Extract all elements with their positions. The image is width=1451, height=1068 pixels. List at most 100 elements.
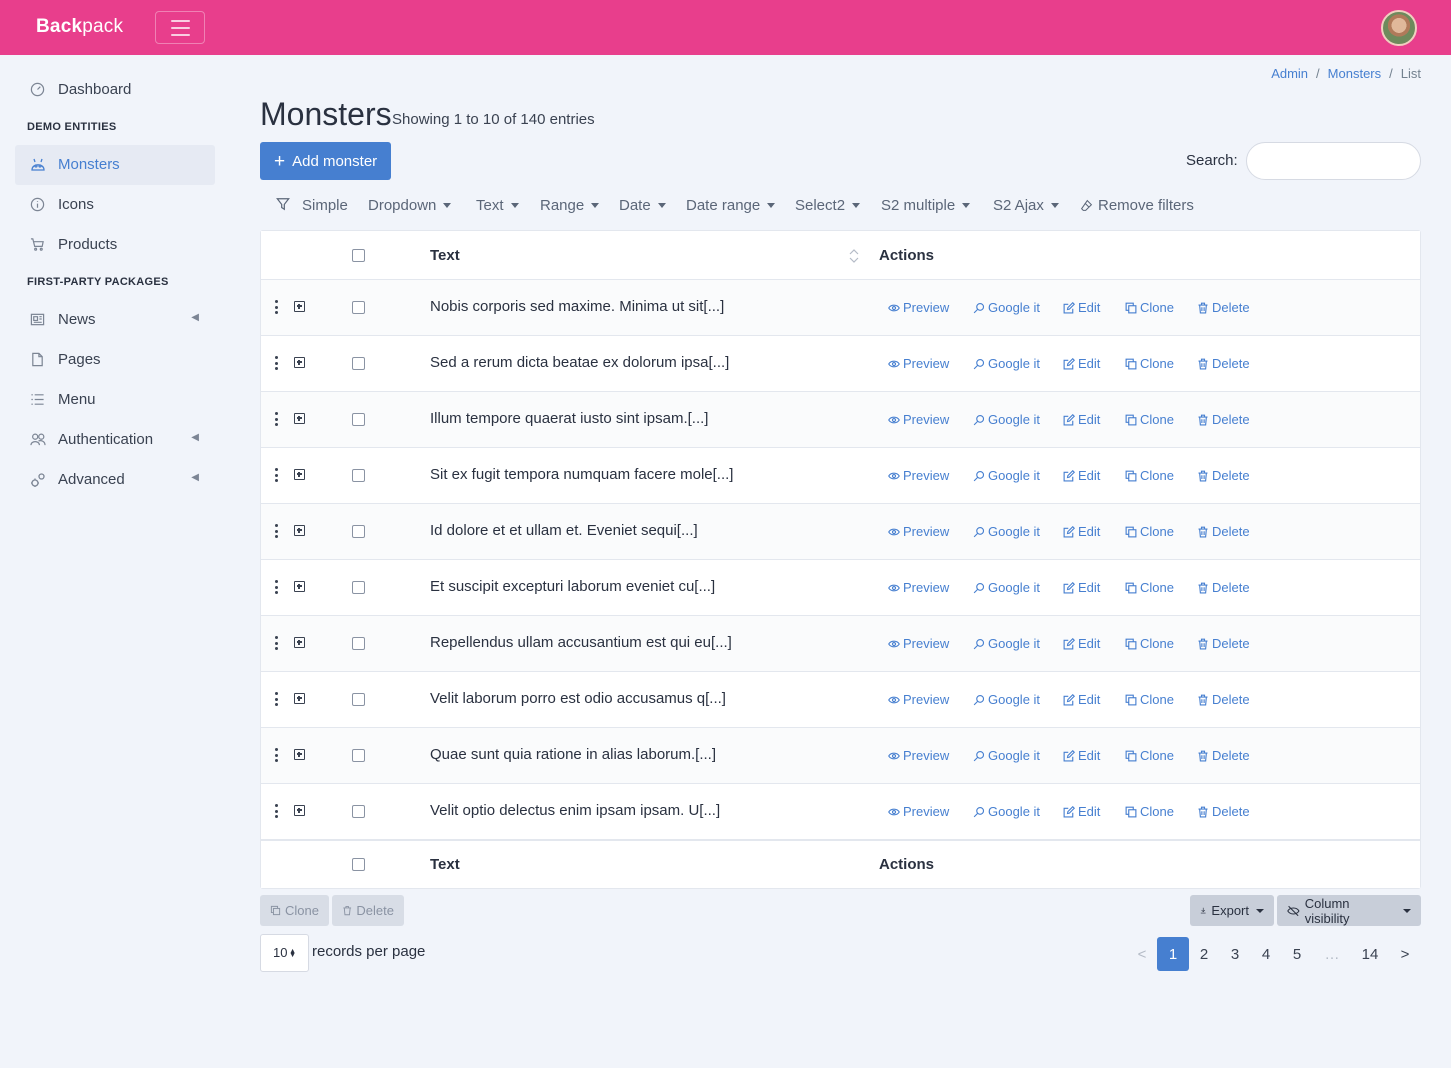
delete-button[interactable]: Delete bbox=[1197, 412, 1250, 427]
export-button[interactable]: Export bbox=[1190, 895, 1274, 926]
delete-button[interactable]: Delete bbox=[1197, 524, 1250, 539]
sidebar-toggle-button[interactable] bbox=[155, 11, 205, 44]
sort-icon[interactable] bbox=[849, 249, 859, 263]
row-menu-icon[interactable] bbox=[274, 356, 278, 370]
row-checkbox[interactable] bbox=[352, 413, 365, 426]
column-header-text[interactable]: Text bbox=[430, 247, 460, 264]
google-it-button[interactable]: Google it bbox=[973, 356, 1040, 371]
filter-date-range[interactable]: Date range bbox=[686, 197, 776, 214]
sidebar-item-products[interactable]: Products bbox=[15, 225, 215, 265]
row-menu-icon[interactable] bbox=[274, 692, 278, 706]
expand-row-icon[interactable] bbox=[294, 749, 305, 760]
filter-dropdown[interactable]: Dropdown bbox=[368, 197, 452, 214]
edit-button[interactable]: Edit bbox=[1063, 692, 1100, 707]
google-it-button[interactable]: Google it bbox=[973, 804, 1040, 819]
sidebar-item-pages[interactable]: Pages bbox=[15, 340, 215, 380]
bulk-clone-button[interactable]: Clone bbox=[260, 895, 329, 926]
preview-button[interactable]: Preview bbox=[888, 356, 949, 371]
google-it-button[interactable]: Google it bbox=[973, 692, 1040, 707]
expand-row-icon[interactable] bbox=[294, 805, 305, 816]
pagination-page-4[interactable]: 4 bbox=[1254, 937, 1278, 971]
row-checkbox[interactable] bbox=[352, 749, 365, 762]
delete-button[interactable]: Delete bbox=[1197, 748, 1250, 763]
row-menu-icon[interactable] bbox=[274, 412, 278, 426]
row-checkbox[interactable] bbox=[352, 637, 365, 650]
brand-logo[interactable]: Backpack bbox=[36, 16, 123, 38]
google-it-button[interactable]: Google it bbox=[973, 468, 1040, 483]
preview-button[interactable]: Preview bbox=[888, 468, 949, 483]
bulk-delete-button[interactable]: Delete bbox=[332, 895, 404, 926]
pagination-page-1[interactable]: 1 bbox=[1157, 937, 1189, 971]
search-input[interactable] bbox=[1246, 142, 1421, 180]
delete-button[interactable]: Delete bbox=[1197, 468, 1250, 483]
sidebar-item-news[interactable]: News ◀ bbox=[15, 300, 215, 340]
expand-row-icon[interactable] bbox=[294, 581, 305, 592]
edit-button[interactable]: Edit bbox=[1063, 300, 1100, 315]
delete-button[interactable]: Delete bbox=[1197, 804, 1250, 819]
filter-range[interactable]: Range bbox=[540, 197, 600, 214]
preview-button[interactable]: Preview bbox=[888, 412, 949, 427]
clone-button[interactable]: Clone bbox=[1125, 748, 1174, 763]
preview-button[interactable]: Preview bbox=[888, 580, 949, 595]
preview-button[interactable]: Preview bbox=[888, 524, 949, 539]
clone-button[interactable]: Clone bbox=[1125, 636, 1174, 651]
filter-text[interactable]: Text bbox=[476, 197, 519, 214]
preview-button[interactable]: Preview bbox=[888, 300, 949, 315]
filter-s2-multiple[interactable]: S2 multiple bbox=[881, 197, 971, 214]
edit-button[interactable]: Edit bbox=[1063, 412, 1100, 427]
records-per-page-select[interactable]: 10 ▲ ▼ bbox=[260, 934, 309, 972]
column-visibility-button[interactable]: Column visibility bbox=[1277, 895, 1421, 926]
sidebar-item-monsters[interactable]: Monsters bbox=[15, 145, 215, 185]
preview-button[interactable]: Preview bbox=[888, 804, 949, 819]
row-checkbox[interactable] bbox=[352, 581, 365, 594]
row-menu-icon[interactable] bbox=[274, 524, 278, 538]
edit-button[interactable]: Edit bbox=[1063, 468, 1100, 483]
select-all-checkbox-footer[interactable] bbox=[352, 858, 365, 871]
filter-date[interactable]: Date bbox=[619, 197, 666, 214]
select-all-checkbox[interactable] bbox=[352, 249, 365, 262]
edit-button[interactable]: Edit bbox=[1063, 356, 1100, 371]
edit-button[interactable]: Edit bbox=[1063, 524, 1100, 539]
row-checkbox[interactable] bbox=[352, 805, 365, 818]
expand-row-icon[interactable] bbox=[294, 469, 305, 480]
edit-button[interactable]: Edit bbox=[1063, 804, 1100, 819]
expand-row-icon[interactable] bbox=[294, 637, 305, 648]
clone-button[interactable]: Clone bbox=[1125, 468, 1174, 483]
filter-select2[interactable]: Select2 bbox=[795, 197, 861, 214]
clone-button[interactable]: Clone bbox=[1125, 804, 1174, 819]
sidebar-item-advanced[interactable]: Advanced ◀ bbox=[15, 460, 215, 500]
google-it-button[interactable]: Google it bbox=[973, 412, 1040, 427]
row-menu-icon[interactable] bbox=[274, 580, 278, 594]
delete-button[interactable]: Delete bbox=[1197, 636, 1250, 651]
pagination-next[interactable]: > bbox=[1393, 937, 1417, 971]
expand-row-icon[interactable] bbox=[294, 413, 305, 424]
clone-button[interactable]: Clone bbox=[1125, 300, 1174, 315]
expand-row-icon[interactable] bbox=[294, 693, 305, 704]
pagination-page-2[interactable]: 2 bbox=[1192, 937, 1216, 971]
edit-button[interactable]: Edit bbox=[1063, 748, 1100, 763]
preview-button[interactable]: Preview bbox=[888, 636, 949, 651]
clone-button[interactable]: Clone bbox=[1125, 356, 1174, 371]
row-menu-icon[interactable] bbox=[274, 468, 278, 482]
pagination-page-3[interactable]: 3 bbox=[1223, 937, 1247, 971]
expand-row-icon[interactable] bbox=[294, 301, 305, 312]
pagination-prev[interactable]: < bbox=[1130, 937, 1154, 971]
pagination-page-5[interactable]: 5 bbox=[1285, 937, 1309, 971]
breadcrumb-monsters[interactable]: Monsters bbox=[1328, 66, 1381, 81]
user-avatar[interactable] bbox=[1381, 10, 1417, 46]
sidebar-item-menu[interactable]: Menu bbox=[15, 380, 215, 420]
preview-button[interactable]: Preview bbox=[888, 748, 949, 763]
expand-row-icon[interactable] bbox=[294, 525, 305, 536]
delete-button[interactable]: Delete bbox=[1197, 580, 1250, 595]
row-checkbox[interactable] bbox=[352, 301, 365, 314]
row-checkbox[interactable] bbox=[352, 357, 365, 370]
clone-button[interactable]: Clone bbox=[1125, 524, 1174, 539]
row-menu-icon[interactable] bbox=[274, 748, 278, 762]
remove-filters-button[interactable]: Remove filters bbox=[1080, 197, 1194, 214]
row-menu-icon[interactable] bbox=[274, 300, 278, 314]
delete-button[interactable]: Delete bbox=[1197, 692, 1250, 707]
google-it-button[interactable]: Google it bbox=[973, 636, 1040, 651]
clone-button[interactable]: Clone bbox=[1125, 412, 1174, 427]
filter-simple[interactable]: Simple bbox=[302, 197, 348, 214]
row-checkbox[interactable] bbox=[352, 525, 365, 538]
